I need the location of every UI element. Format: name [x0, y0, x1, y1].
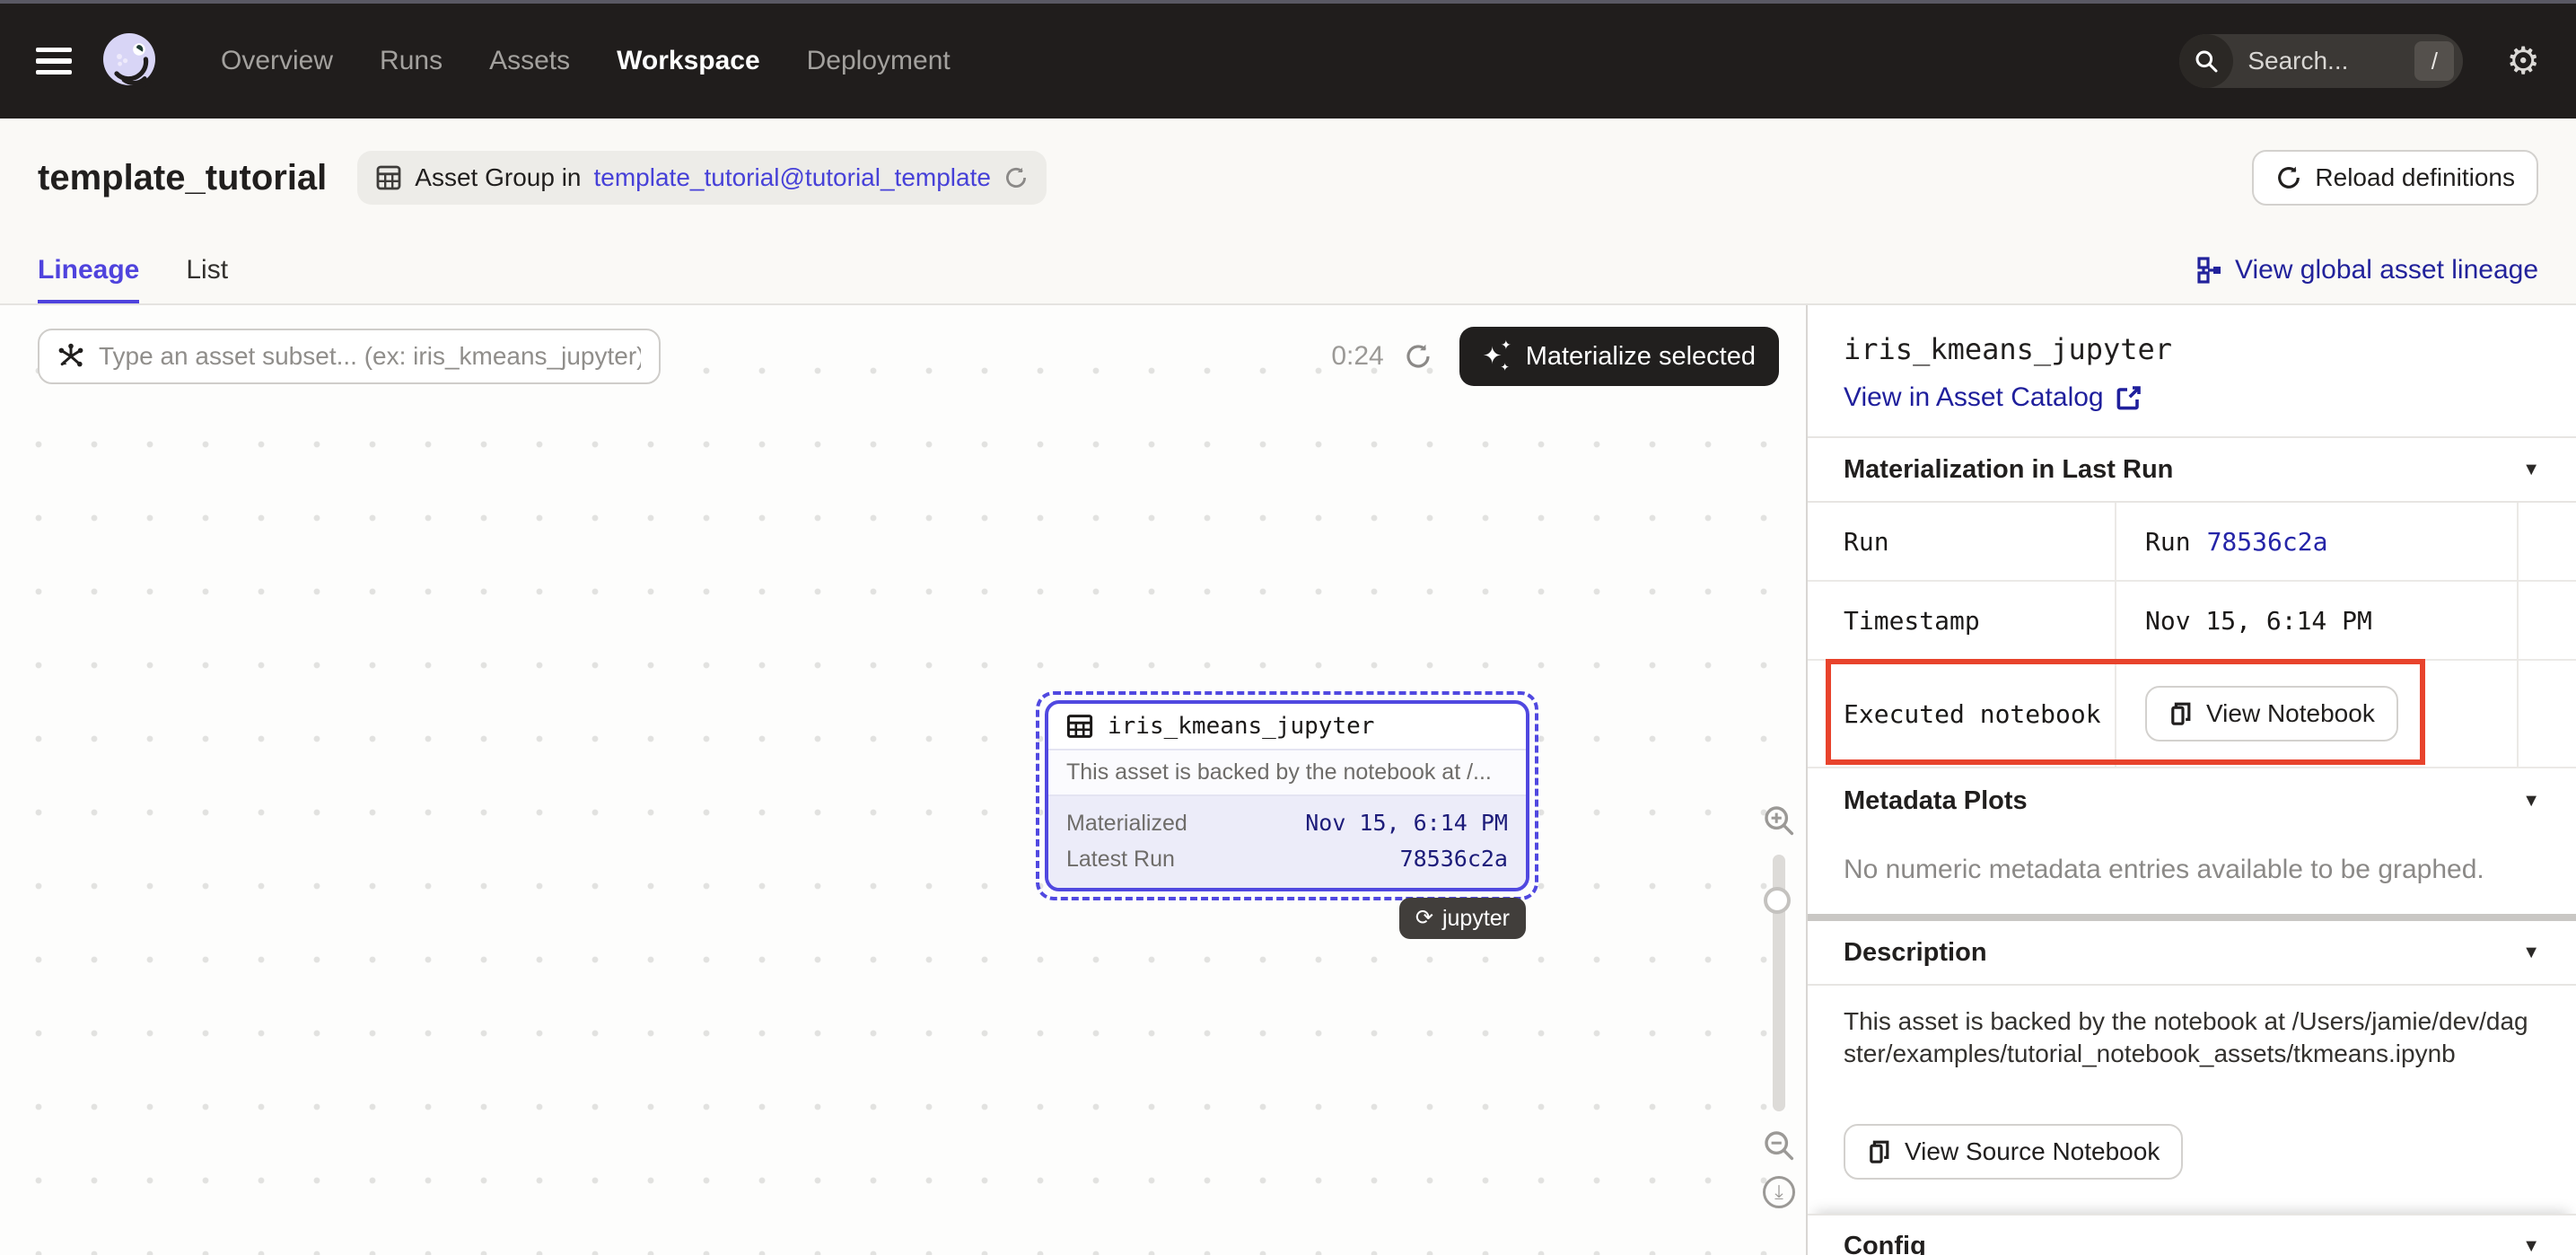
- asset-details-panel: iris_kmeans_jupyter View in Asset Catalo…: [1808, 305, 2576, 1255]
- page-title: template_tutorial: [38, 158, 327, 198]
- config-section-title: Config: [1844, 1232, 1926, 1255]
- primary-nav: Overview Runs Assets Workspace Deploymen…: [221, 46, 951, 76]
- asset-node[interactable]: iris_kmeans_jupyter This asset is backed…: [1045, 700, 1529, 891]
- content: Type an asset subset... (ex: iris_kmeans…: [0, 305, 2576, 1255]
- run-value-prefix: Run: [2145, 527, 2191, 557]
- run-row-label: Run: [1808, 503, 2116, 582]
- table-row-run: Run Run 78536c2a: [1808, 503, 2576, 582]
- dagster-app: Overview Runs Assets Workspace Deploymen…: [0, 0, 2576, 1255]
- table-row-executed-notebook: Executed notebook View Notebook: [1808, 661, 2576, 768]
- refresh-timer: 0:24: [1331, 341, 1383, 372]
- timestamp-value: Nov 15, 6:14 PM: [2116, 582, 2519, 661]
- view-notebook-button[interactable]: View Notebook: [2145, 686, 2398, 742]
- section-divider: [1808, 914, 2576, 921]
- zoom-in-icon[interactable]: [1763, 804, 1795, 837]
- sync-icon: ⟳: [1415, 908, 1433, 929]
- materialization-table: Run Run 78536c2a Timestamp Nov 15, 6:14 P…: [1808, 501, 2576, 768]
- gear-icon[interactable]: ⚙: [2506, 42, 2540, 80]
- zoom-slider[interactable]: [1773, 855, 1785, 1111]
- page-header: template_tutorial Asset Group in templat…: [0, 118, 2576, 237]
- nav-item-deployment[interactable]: Deployment: [807, 46, 951, 76]
- description-section-title: Description: [1844, 938, 1987, 968]
- asset-group-link[interactable]: template_tutorial@tutorial_template: [594, 163, 991, 192]
- search-shortcut-badge: /: [2414, 41, 2454, 81]
- asset-node-stats: Materialized Nov 15, 6:14 PM Latest Run …: [1048, 794, 1526, 888]
- zoom-slider-handle[interactable]: [1764, 887, 1791, 914]
- view-source-notebook-button[interactable]: View Source Notebook: [1844, 1124, 2183, 1180]
- reload-definitions-label: Reload definitions: [2315, 163, 2515, 192]
- external-link-icon: [2116, 385, 2142, 410]
- jupyter-tag[interactable]: ⟳ jupyter: [1399, 898, 1526, 939]
- asset-subset-input[interactable]: Type an asset subset... (ex: iris_kmeans…: [38, 329, 661, 384]
- nav-item-assets[interactable]: Assets: [489, 46, 570, 76]
- download-image-icon[interactable]: ⤓: [1763, 1176, 1795, 1208]
- lineage-graph-icon: [2197, 257, 2222, 284]
- search-input[interactable]: Search... /: [2179, 34, 2463, 88]
- section-metadata-plots: Metadata Plots ▼: [1808, 768, 2576, 833]
- canvas-refresh-icon[interactable]: [1404, 342, 1433, 371]
- search-icon: [2179, 34, 2233, 88]
- panel-asset-title: iris_kmeans_jupyter: [1844, 332, 2540, 366]
- metadata-plots-section-title: Metadata Plots: [1844, 786, 2028, 816]
- zoom-out-icon[interactable]: [1763, 1129, 1795, 1162]
- latest-run-label: Latest Run: [1066, 841, 1175, 877]
- view-notebook-label: View Notebook: [2206, 699, 2375, 728]
- materialized-value: Nov 15, 6:14 PM: [1305, 805, 1508, 841]
- chevron-down-icon[interactable]: ▼: [2522, 1236, 2540, 1255]
- zoom-controls: ⤓: [1761, 804, 1797, 1208]
- chevron-down-icon[interactable]: ▼: [2522, 460, 2540, 480]
- nav-item-runs[interactable]: Runs: [380, 46, 442, 76]
- section-description: Description ▼: [1808, 921, 2576, 986]
- graph-fanout-icon: [57, 343, 84, 370]
- asset-group-grid-icon: [375, 164, 402, 191]
- sparkle-icon: ✦✦✦: [1483, 342, 1511, 371]
- chevron-down-icon[interactable]: ▼: [2522, 943, 2540, 963]
- materialized-label: Materialized: [1066, 805, 1187, 841]
- search-placeholder: Search...: [2247, 47, 2414, 75]
- tab-list[interactable]: List: [186, 237, 228, 303]
- section-materialization: Materialization in Last Run ▼: [1808, 436, 2576, 501]
- latest-run-value[interactable]: 78536c2a: [1400, 841, 1508, 877]
- reload-icon: [2275, 164, 2302, 191]
- materialize-selected-button[interactable]: ✦✦✦ Materialize selected: [1459, 327, 1779, 386]
- run-id-link[interactable]: 78536c2a: [2207, 527, 2328, 557]
- tab-lineage[interactable]: Lineage: [38, 237, 139, 303]
- view-in-asset-catalog-link[interactable]: View in Asset Catalog: [1844, 382, 2540, 413]
- notebook-copy-icon: [1867, 1139, 1892, 1164]
- view-global-asset-lineage-link[interactable]: View global asset lineage: [2197, 237, 2538, 303]
- badge-refresh-icon[interactable]: [1003, 165, 1029, 190]
- metadata-plots-empty-message: No numeric metadata entries available to…: [1808, 833, 2576, 914]
- view-source-notebook-label: View Source Notebook: [1905, 1137, 2160, 1166]
- table-icon: [1066, 713, 1093, 740]
- asset-node-description: This asset is backed by the notebook at …: [1048, 749, 1526, 794]
- materialize-selected-label: Materialize selected: [1526, 342, 1756, 372]
- view-in-asset-catalog-label: View in Asset Catalog: [1844, 382, 2104, 413]
- canvas-toolbar: Type an asset subset... (ex: iris_kmeans…: [38, 327, 1779, 386]
- jupyter-tag-label: jupyter: [1442, 906, 1510, 932]
- timestamp-row-label: Timestamp: [1808, 582, 2116, 661]
- top-nav: Overview Runs Assets Workspace Deploymen…: [0, 0, 2576, 118]
- asset-subset-placeholder: Type an asset subset... (ex: iris_kmeans…: [99, 342, 641, 371]
- tab-bar: Lineage List View global asset lineage: [0, 237, 2576, 305]
- description-text: This asset is backed by the notebook at …: [1808, 986, 2576, 1070]
- hamburger-icon[interactable]: [36, 48, 72, 75]
- asset-group-prefix: Asset Group in: [415, 163, 581, 192]
- nav-item-workspace[interactable]: Workspace: [617, 46, 760, 76]
- dagster-logo-icon[interactable]: [99, 31, 160, 92]
- executed-notebook-row-label: Executed notebook: [1808, 661, 2116, 768]
- reload-definitions-button[interactable]: Reload definitions: [2252, 150, 2538, 206]
- notebook-copy-icon: [2169, 701, 2194, 726]
- lineage-canvas[interactable]: Type an asset subset... (ex: iris_kmeans…: [0, 305, 1808, 1255]
- materialization-section-title: Materialization in Last Run: [1844, 455, 2173, 485]
- nav-item-overview[interactable]: Overview: [221, 46, 333, 76]
- asset-group-badge: Asset Group in template_tutorial@tutoria…: [357, 151, 1047, 205]
- asset-node-title: iris_kmeans_jupyter: [1108, 713, 1374, 740]
- chevron-down-icon[interactable]: ▼: [2522, 791, 2540, 812]
- section-config: Config ▼: [1808, 1214, 2576, 1255]
- view-global-asset-lineage-label: View global asset lineage: [2235, 255, 2538, 285]
- asset-node-selected[interactable]: iris_kmeans_jupyter This asset is backed…: [1036, 691, 1538, 900]
- table-row-timestamp: Timestamp Nov 15, 6:14 PM: [1808, 582, 2576, 661]
